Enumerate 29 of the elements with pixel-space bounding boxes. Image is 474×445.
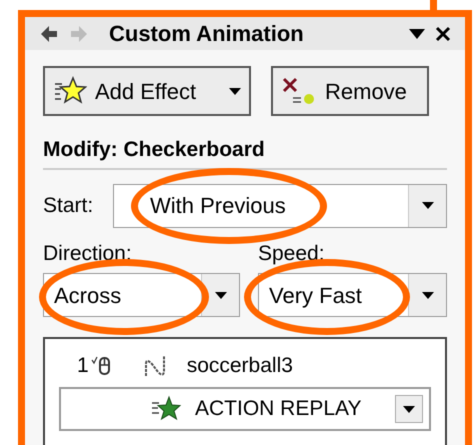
section-title: Modify: Checkerboard	[43, 137, 266, 163]
toolbar-button[interactable]: Remove	[271, 66, 429, 116]
dropdown-value: With Previous	[149, 192, 287, 220]
star-icon	[53, 76, 87, 106]
dropdown[interactable]: With Previous	[113, 184, 447, 228]
order-number: 1	[77, 353, 89, 380]
dropdown-value: Very Fast	[268, 282, 363, 310]
mouse-icon	[90, 354, 113, 378]
effect-item[interactable]: ACTION REPLAY	[59, 387, 431, 431]
dropdown[interactable]: Across	[43, 273, 240, 317]
effect-name: ACTION REPLAY	[195, 396, 362, 422]
caret-icon[interactable]	[409, 28, 425, 38]
caret-icon	[422, 202, 434, 209]
dropdown-value: Across	[53, 282, 122, 310]
field-label: Direction:	[43, 240, 133, 266]
caret-icon	[403, 406, 415, 412]
delete-icon	[281, 76, 317, 106]
object-name: soccerball3	[186, 353, 293, 380]
close-icon[interactable]	[435, 26, 451, 42]
dropdown[interactable]: Very Fast	[258, 273, 447, 317]
caret-icon	[229, 88, 241, 94]
star-icon	[151, 395, 183, 423]
pane-title: Custom Animation	[109, 20, 305, 48]
caret-icon	[214, 292, 226, 298]
caret-icon	[422, 292, 434, 298]
field-label: Speed:	[258, 240, 325, 266]
field-label: Start:	[43, 192, 94, 219]
toolbar-button[interactable]: Add Effect	[43, 66, 251, 116]
back-arrow-icon[interactable]	[39, 24, 59, 44]
